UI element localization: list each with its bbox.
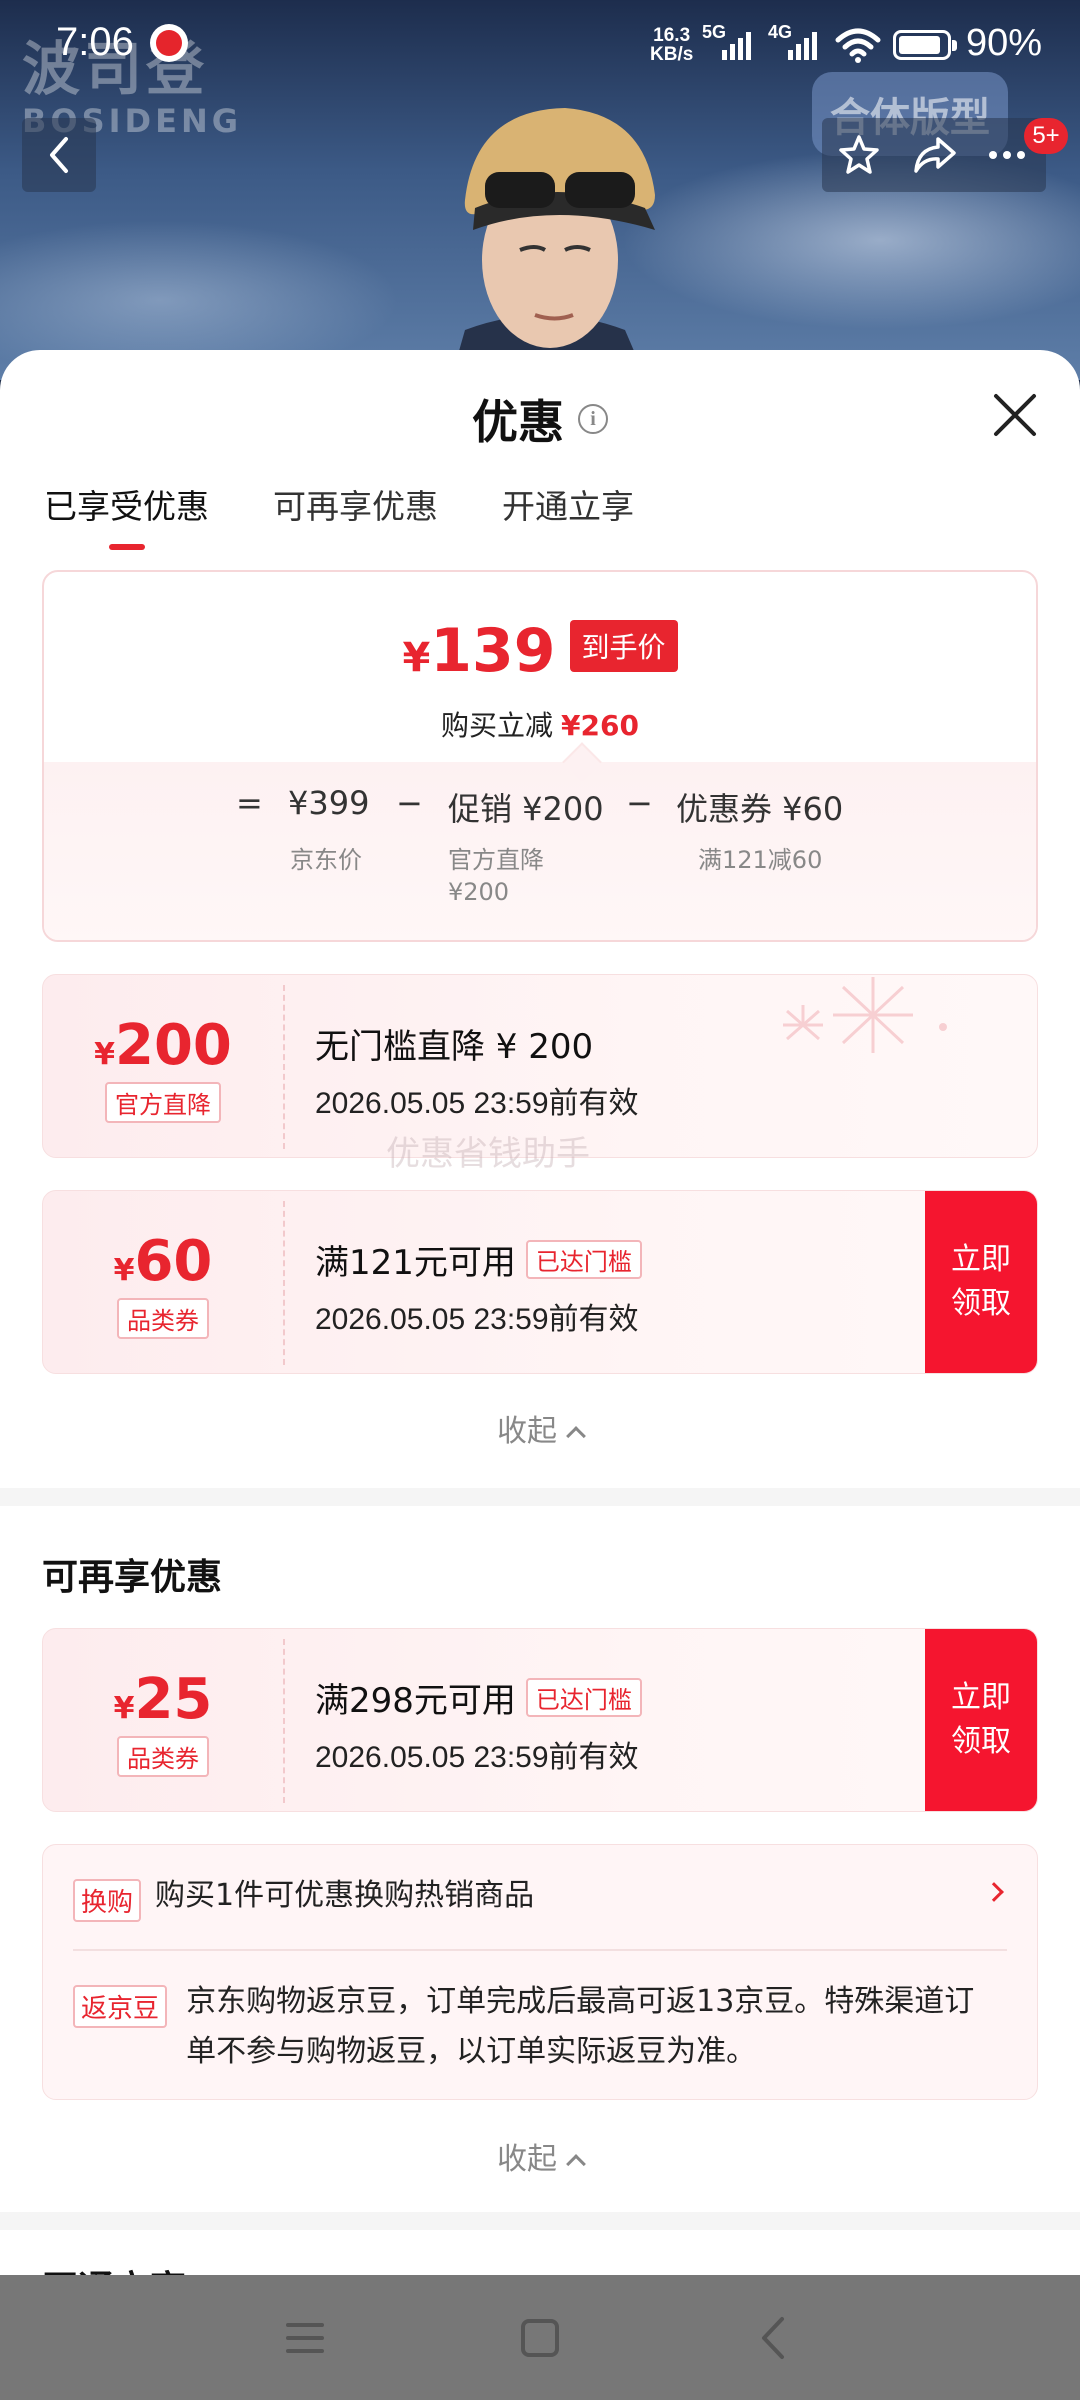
fireworks-decoration: [783, 977, 947, 1053]
signal-icon: [722, 26, 754, 60]
coupon-expiry: 2026.05.05 23:59前有效: [315, 1303, 639, 1336]
final-price: ¥139 到手价: [44, 616, 1036, 686]
sheet-title: 优惠 i: [0, 386, 1080, 452]
promo-label: 官方直降: [448, 846, 544, 874]
coupon-info: 满298元可用 已达门槛 2026.05.05 23:59前有效: [315, 1673, 642, 1776]
home-icon[interactable]: [515, 2313, 565, 2363]
tab-more[interactable]: 可再享优惠: [273, 480, 438, 540]
coupon-card-extra: ¥25 品类券 满298元可用 已达门槛 2026.05.05 23:59前有效 …: [42, 1628, 1038, 1812]
bean-text: 京东购物返京豆，订单完成后最高可返13京豆。特殊渠道订 单不参与购物返豆，以订单实…: [186, 1984, 975, 2069]
net-speed: 16.3 KB/s: [650, 25, 694, 65]
coupon-title: 满298元可用: [315, 1681, 516, 1721]
promo-sub-amount: ¥200: [448, 878, 510, 906]
minus-sign: −: [626, 784, 653, 822]
coupon-title: 无门槛直降 ¥ 200: [315, 1027, 594, 1067]
promo-amount: 促销 ¥200: [448, 790, 604, 828]
coupon-info: 无门槛直降 ¥ 200 2026.05.05 23:59前有效: [315, 1019, 639, 1122]
back-button[interactable]: [22, 118, 96, 192]
threshold-met-tag: 已达门槛: [525, 1678, 642, 1717]
battery-icon: [893, 30, 957, 60]
claim-coupon-button[interactable]: 立即 领取: [925, 1629, 1037, 1811]
coupon-left: ¥200 官方直降: [43, 975, 283, 1157]
watermark: 优惠省钱助手: [386, 1134, 590, 1174]
instant-save: 购买立减 ¥260: [441, 709, 639, 742]
app-notification-icon: [150, 24, 188, 62]
notification-badge: 5+: [1024, 118, 1068, 154]
section-membership-title: 开通立享: [42, 2260, 186, 2275]
claim-coupon-button[interactable]: 立即 领取: [925, 1191, 1037, 1373]
wifi-icon: [835, 28, 881, 63]
star-icon: [839, 135, 879, 174]
collapse-button-2[interactable]: 收起: [0, 2134, 1080, 2178]
discount-sheet: 优惠 i 已享受优惠 可再享优惠 开通立享 ¥139 到手价 购买立减 ¥260 = …: [0, 350, 1080, 2275]
share-icon: [914, 137, 956, 173]
collapse-button[interactable]: 收起: [0, 1406, 1080, 1450]
jd-price-label: 京东价: [290, 846, 362, 874]
coupon-amount: 优惠券 ¥60: [676, 790, 844, 828]
swap-text: 购买1件可优惠换购热销商品: [155, 1878, 535, 1913]
coupon-expiry: 2026.05.05 23:59前有效: [315, 1087, 639, 1120]
tab-membership[interactable]: 开通立享: [502, 480, 634, 540]
chevron-up-icon: [566, 1426, 586, 1446]
more-icon: [989, 151, 1025, 159]
share-button[interactable]: [910, 130, 960, 180]
extra-benefits-card: 换购 购买1件可优惠换购热销商品 返京豆 京东购物返京豆，订单完成后最高可返13京…: [42, 1844, 1038, 2100]
jd-price: ¥399: [288, 784, 370, 822]
price-summary-card: ¥139 到手价 购买立减 ¥260 = ¥399 京东价 − 促销 ¥200 官方…: [42, 570, 1038, 942]
section-more-title: 可再享优惠: [42, 1557, 223, 1598]
close-icon: [994, 394, 1036, 436]
coupon-left: ¥60 品类券: [43, 1191, 283, 1373]
swap-tag: 换购: [73, 1879, 142, 1922]
coupon-type-tag: 品类券: [117, 1736, 209, 1777]
bean-tag: 返京豆: [73, 1985, 168, 2028]
final-price-tag: 到手价: [569, 620, 678, 672]
coupon-type-tag: 品类券: [117, 1298, 209, 1339]
jd-bean-row: 返京豆 京东购物返京豆，订单完成后最高可返13京豆。特殊渠道订 单不参与购物返豆，…: [73, 1984, 974, 2077]
favorite-button[interactable]: [834, 130, 884, 180]
coupon-left: ¥25 品类券: [43, 1629, 283, 1811]
battery-percent: 90%: [966, 22, 1043, 64]
coupon-expiry: 2026.05.05 23:59前有效: [315, 1741, 639, 1774]
swap-purchase-row[interactable]: 换购 购买1件可优惠换购热销商品: [73, 1878, 1009, 1922]
system-nav-bar: [0, 2275, 1080, 2400]
model-photo: [450, 108, 655, 380]
info-icon[interactable]: i: [578, 404, 608, 434]
coupon-card-category: ¥60 品类券 满121元可用 已达门槛 2026.05.05 23:59前有效 …: [42, 1190, 1038, 1374]
chevron-up-icon: [566, 2154, 586, 2174]
back-icon: [50, 137, 68, 173]
nav-back-icon[interactable]: [750, 2313, 800, 2363]
signal-icon: [788, 26, 820, 60]
tab-enjoyed[interactable]: 已享受优惠: [44, 480, 209, 550]
menu-icon[interactable]: [280, 2313, 330, 2363]
close-button[interactable]: [990, 390, 1040, 440]
coupon-type-tag: 官方直降: [105, 1082, 221, 1123]
status-time: 7:06: [56, 20, 134, 64]
minus-sign: −: [396, 784, 423, 822]
threshold-met-tag: 已达门槛: [525, 1240, 642, 1279]
equals-sign: =: [236, 784, 263, 822]
coupon-rule: 满121减60: [698, 846, 823, 874]
status-bar: 7:06 16.3 KB/s 5G 4G 90%: [0, 0, 1080, 90]
coupon-info: 满121元可用 已达门槛 2026.05.05 23:59前有效: [315, 1235, 642, 1338]
tab-bar: 已享受优惠 可再享优惠 开通立享: [44, 480, 698, 550]
nav-actions: [822, 118, 1046, 192]
coupon-title: 满121元可用: [315, 1243, 516, 1283]
